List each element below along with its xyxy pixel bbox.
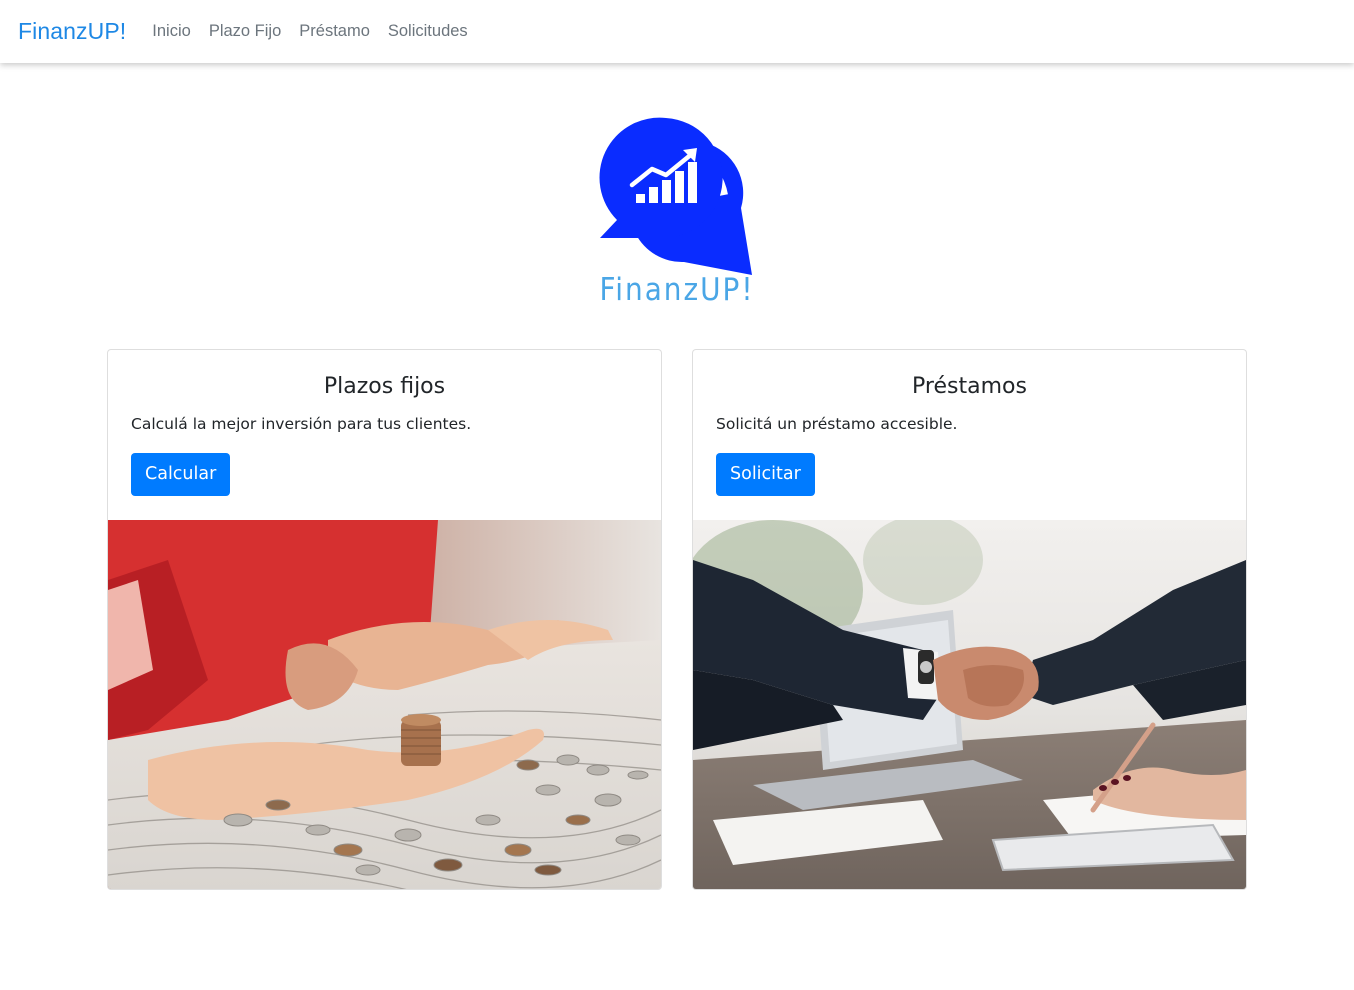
logo-wordmark: FinanzUP! (599, 272, 755, 308)
finanzup-logo: FinanzUP! (589, 112, 765, 317)
nav-link-inicio[interactable]: Inicio (152, 22, 191, 41)
top-navbar: FinanzUP! Inicio Plazo Fijo Préstamo Sol… (0, 0, 1354, 63)
card-text: Calculá la mejor inversión para tus clie… (131, 415, 472, 433)
card-body: Préstamos Solicitá un préstamo accesible… (693, 350, 1246, 521)
hands-counting-coins-photo (108, 520, 661, 889)
card-title: Préstamos (912, 374, 1027, 399)
calcular-button[interactable]: Calcular (131, 453, 231, 496)
card-body: Plazos fijos Calculá la mejor inversión … (108, 350, 661, 521)
card-prestamos: Préstamos Solicitá un préstamo accesible… (692, 349, 1247, 890)
nav-link-prestamo[interactable]: Préstamo (299, 22, 370, 41)
card-text: Solicitá un préstamo accesible. (716, 415, 958, 433)
card-title: Plazos fijos (323, 374, 446, 399)
card-plazos-fijos: Plazos fijos Calculá la mejor inversión … (107, 349, 662, 890)
nav-link-plazo-fijo[interactable]: Plazo Fijo (209, 22, 281, 41)
business-handshake-photo (693, 520, 1246, 889)
nav-link-solicitudes[interactable]: Solicitudes (388, 22, 468, 41)
chat-bubbles-growth-chart-icon (599, 117, 752, 275)
solicitar-button[interactable]: Solicitar (716, 453, 815, 496)
navbar-brand[interactable]: FinanzUP! (18, 18, 126, 45)
